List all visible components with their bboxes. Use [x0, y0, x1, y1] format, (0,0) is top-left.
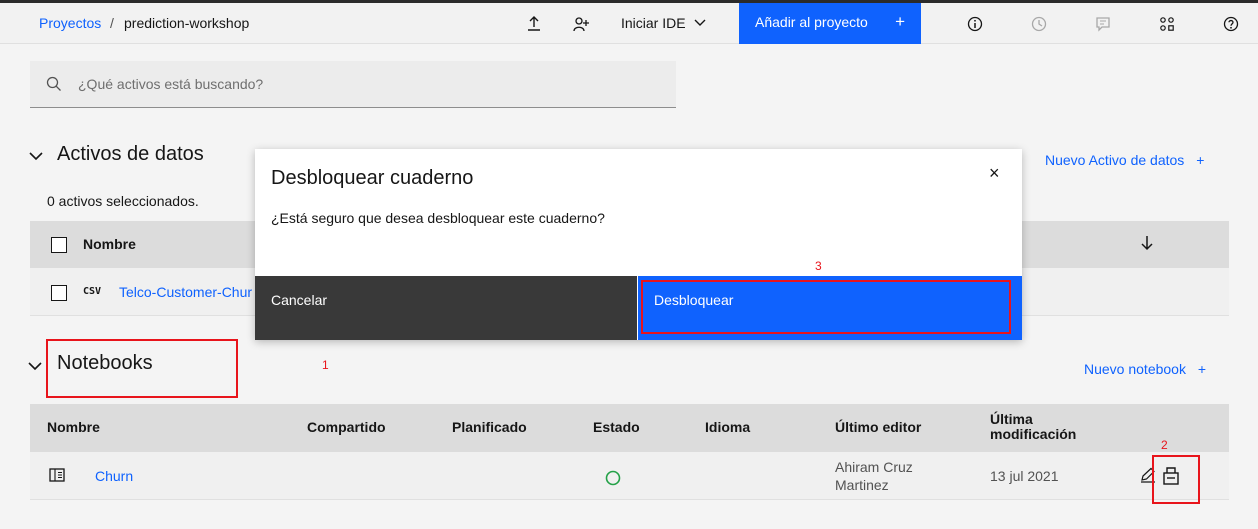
close-icon[interactable]: ×	[989, 163, 1000, 184]
annotation-box-1	[46, 339, 238, 398]
comments-icon[interactable]	[1092, 13, 1114, 35]
plus-icon: +	[895, 12, 905, 31]
annotation-number-2: 2	[1161, 438, 1168, 452]
info-icon[interactable]	[964, 13, 986, 35]
breadcrumb-current: prediction-workshop	[124, 15, 250, 31]
annotation-number-1: 1	[322, 358, 329, 372]
cancel-button[interactable]: Cancelar	[255, 276, 637, 340]
breadcrumb-projects-link[interactable]: Proyectos	[39, 15, 101, 31]
annotation-box-2	[1152, 455, 1200, 504]
settings-tools-icon[interactable]	[1156, 13, 1178, 35]
annotation-number-3: 3	[815, 259, 822, 273]
launch-ide-dropdown[interactable]: Iniciar IDE	[621, 15, 706, 31]
add-collaborator-icon[interactable]	[570, 13, 592, 35]
chevron-down-icon	[694, 19, 706, 26]
top-bar: Proyectos / prediction-workshop Iniciar …	[0, 0, 1258, 44]
history-icon[interactable]	[1028, 13, 1050, 35]
dialog-message: ¿Está seguro que desea desbloquear este …	[271, 210, 605, 226]
dialog-title: Desbloquear cuaderno	[271, 167, 474, 189]
add-to-project-button[interactable]: Añadir al proyecto +	[739, 3, 921, 44]
breadcrumb-separator: /	[110, 15, 114, 31]
upload-icon[interactable]	[523, 13, 545, 35]
add-to-project-label: Añadir al proyecto	[755, 14, 868, 30]
launch-ide-label: Iniciar IDE	[621, 15, 686, 31]
annotation-box-3	[641, 280, 1011, 334]
help-icon[interactable]	[1220, 13, 1242, 35]
